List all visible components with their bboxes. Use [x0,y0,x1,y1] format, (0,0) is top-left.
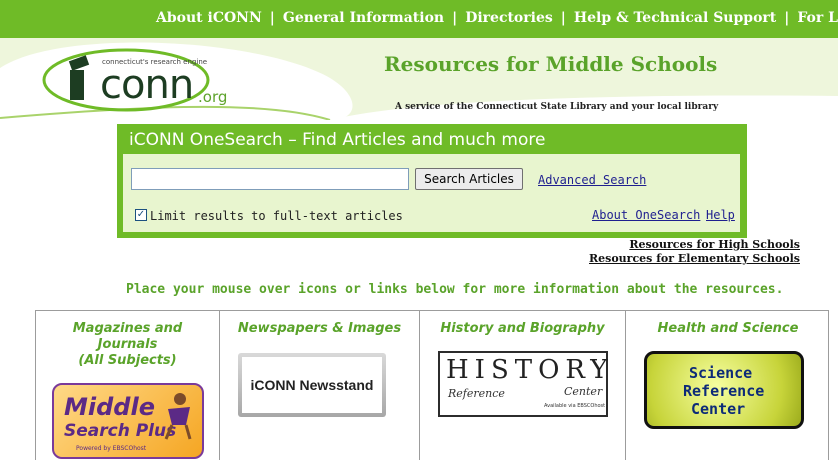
iconn-newsstand-badge[interactable]: iCONN Newsstand [238,353,386,417]
advanced-search-link[interactable]: Advanced Search [538,173,646,187]
logo-wordmark: conn [100,62,194,108]
badge-subtitle: Center [691,400,746,418]
resource-links: Resources for High Schools Resources for… [589,238,800,266]
instruction-text: Place your mouse over icons or links bel… [126,282,784,297]
column-magazines: Magazines and Journals (All Subjects) Mi… [36,311,220,460]
onesearch-box: iCONN OneSearch – Find Articles and much… [117,124,747,238]
logo-suffix: .org [198,88,228,106]
nav-directories[interactable]: Directories [465,10,553,26]
full-text-checkbox-label: Limit results to full-text articles [150,209,403,223]
onesearch-title: iCONN OneSearch – Find Articles and much… [129,130,546,150]
badge-powered-by: Available via EBSCOhost [544,403,606,409]
nav-separator: | [784,10,790,26]
badge-powered-by: Powered by EBSCOhost [76,445,147,452]
nav-general-information[interactable]: General Information [283,10,444,26]
column-heading-health: Health and Science [657,321,799,336]
column-heading-line: (All Subjects) [78,353,177,368]
badge-subtitle: Reference [448,387,505,400]
middle-search-plus-badge[interactable]: Middle Search Plus Powered by EBSCOhost [52,383,204,459]
column-newspapers: Newspapers & Images iCONN Newsstand [220,311,420,460]
nav-separator: | [560,10,566,26]
about-onesearch-link[interactable]: About OneSearch [592,208,700,222]
resource-grid: Magazines and Journals (All Subjects) Mi… [35,310,829,460]
column-heading-magazines: Magazines and Journals (All Subjects) [36,321,219,369]
column-heading-line: Magazines and [72,321,183,336]
history-reference-center-badge[interactable]: HISTORY Reference Center Available via E… [438,351,608,417]
high-schools-link[interactable]: Resources for High Schools [589,238,800,252]
reader-figure-icon [164,393,192,440]
badge-title: HISTORY [446,355,614,385]
search-input[interactable] [131,168,409,190]
page-header: connecticut's research engine conn .org … [0,38,838,120]
nav-about-iconn[interactable]: About iCONN [156,10,262,26]
iconn-logo[interactable]: connecticut's research engine conn .org [40,42,227,114]
page-subtitle: A service of the Connecticut State Libra… [395,102,719,112]
nav-for-librarians[interactable]: For Librarians [797,10,838,26]
search-articles-button[interactable]: Search Articles [415,168,523,190]
help-link[interactable]: Help [706,208,735,222]
badge-subtitle: Center [564,385,603,398]
nav-separator: | [452,10,458,26]
top-navigation: About iCONN | General Information | Director… [0,0,838,38]
nav-help-technical-support[interactable]: Help & Technical Support [574,10,776,26]
full-text-checkbox[interactable]: ✓ [135,209,147,221]
column-history: History and Biography HISTORY Reference … [420,311,626,460]
column-health: Health and Science Science Reference Cen… [626,311,830,460]
badge-label: iCONN Newsstand [242,357,382,413]
page-title: Resources for Middle Schools [384,52,718,76]
nav-separator: | [269,10,275,26]
badge-title: Middle [64,393,155,421]
column-heading-history: History and Biography [440,321,605,336]
badge-subtitle: Reference [683,382,765,400]
badge-title: Science [689,364,753,382]
column-heading-line: Journals [97,337,158,352]
elementary-schools-link[interactable]: Resources for Elementary Schools [589,252,800,266]
column-heading-newspapers: Newspapers & Images [237,321,402,336]
science-reference-center-badge[interactable]: Science Reference Center [644,351,804,429]
onesearch-panel: Search Articles Advanced Search ✓ Limit … [123,154,740,232]
